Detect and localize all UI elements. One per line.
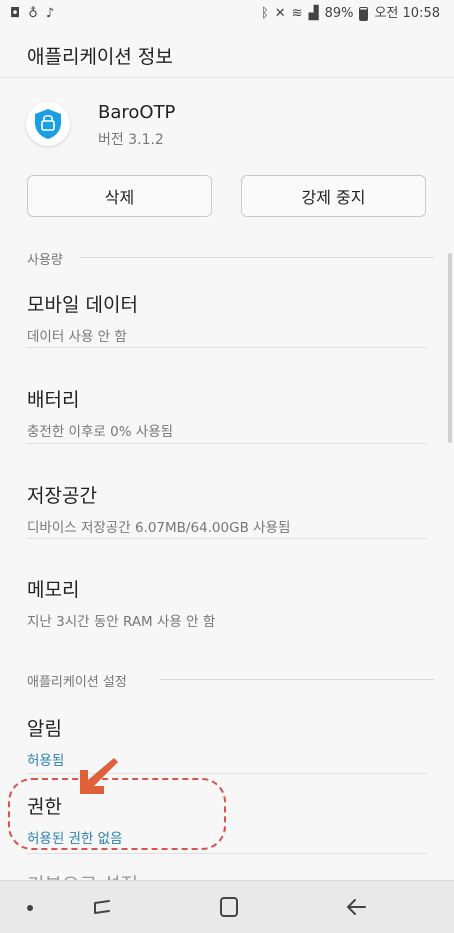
bluetooth-icon: ᛒ — [260, 6, 269, 21]
item-subtitle: 충전한 이후로 0% 사용됨 — [27, 424, 174, 440]
app-name: BaroOTP — [98, 102, 176, 123]
navigation-bar — [0, 880, 454, 933]
status-bar-left: ◘ ♁ ♪ — [10, 6, 54, 22]
divider — [27, 443, 427, 444]
page-title: 애플리케이션 정보 — [27, 46, 173, 68]
section-divider — [160, 679, 434, 680]
mute-icon: ✕ — [274, 6, 286, 21]
divider — [27, 538, 427, 539]
music-icon: ♪ — [45, 6, 55, 21]
item-subtitle: 지난 3시간 동안 RAM 사용 안 함 — [27, 614, 216, 630]
item-title: 배터리 — [27, 389, 80, 411]
force-stop-button[interactable]: 강제 중지 — [241, 175, 426, 217]
list-item-memory[interactable]: 메모리 지난 3시간 동안 RAM 사용 안 함 — [27, 575, 427, 630]
message-icon: ♁ — [28, 6, 38, 21]
scrollbar[interactable] — [448, 253, 452, 443]
item-title: 저장공간 — [27, 485, 97, 507]
wifi-icon: ≋ — [291, 6, 303, 21]
section-divider — [80, 257, 434, 258]
status-bar-right: ᛒ ✕ ≋ ▟ 89% 오전 10:58 — [261, 6, 440, 22]
shield-icon — [35, 109, 61, 139]
app-header: BaroOTP 버전 3.1.2 — [0, 80, 454, 170]
item-title: 메모리 — [27, 579, 80, 601]
section-header-usage: 사용량 — [27, 253, 63, 268]
divider — [27, 853, 427, 854]
pointer-arrow-icon — [80, 758, 118, 794]
divider — [27, 347, 427, 348]
item-subtitle: 데이터 사용 안 함 — [27, 329, 127, 345]
item-title: 알림 — [27, 718, 62, 740]
home-icon[interactable] — [218, 895, 240, 919]
nav-dot-icon[interactable] — [27, 905, 33, 911]
app-icon — [26, 102, 70, 146]
list-item-storage[interactable]: 저장공간 디바이스 저장공간 6.07MB/64.00GB 사용됨 — [27, 481, 427, 536]
recent-apps-icon[interactable] — [90, 895, 114, 919]
list-item-mobile-data[interactable]: 모바일 데이터 데이터 사용 안 함 — [27, 290, 427, 345]
app-version: 버전 3.1.2 — [98, 132, 164, 148]
list-item-battery[interactable]: 배터리 충전한 이후로 0% 사용됨 — [27, 385, 427, 440]
item-title: 모바일 데이터 — [27, 294, 138, 316]
section-header-app-settings: 애플리케이션 설정 — [27, 675, 127, 690]
signal-icon: ▟ — [308, 6, 319, 21]
notification-icon: ◘ — [10, 6, 21, 21]
battery-percent: 89% — [324, 6, 354, 21]
back-icon[interactable] — [344, 895, 368, 919]
app-bar: 애플리케이션 정보 — [0, 30, 454, 78]
status-bar: ◘ ♁ ♪ ᛒ ✕ ≋ ▟ 89% 오전 10:58 — [0, 0, 454, 30]
item-subtitle: 디바이스 저장공간 6.07MB/64.00GB 사용됨 — [27, 520, 291, 536]
clock: 오전 10:58 — [374, 6, 440, 21]
uninstall-button[interactable]: 삭제 — [27, 175, 212, 217]
battery-icon — [359, 7, 369, 21]
